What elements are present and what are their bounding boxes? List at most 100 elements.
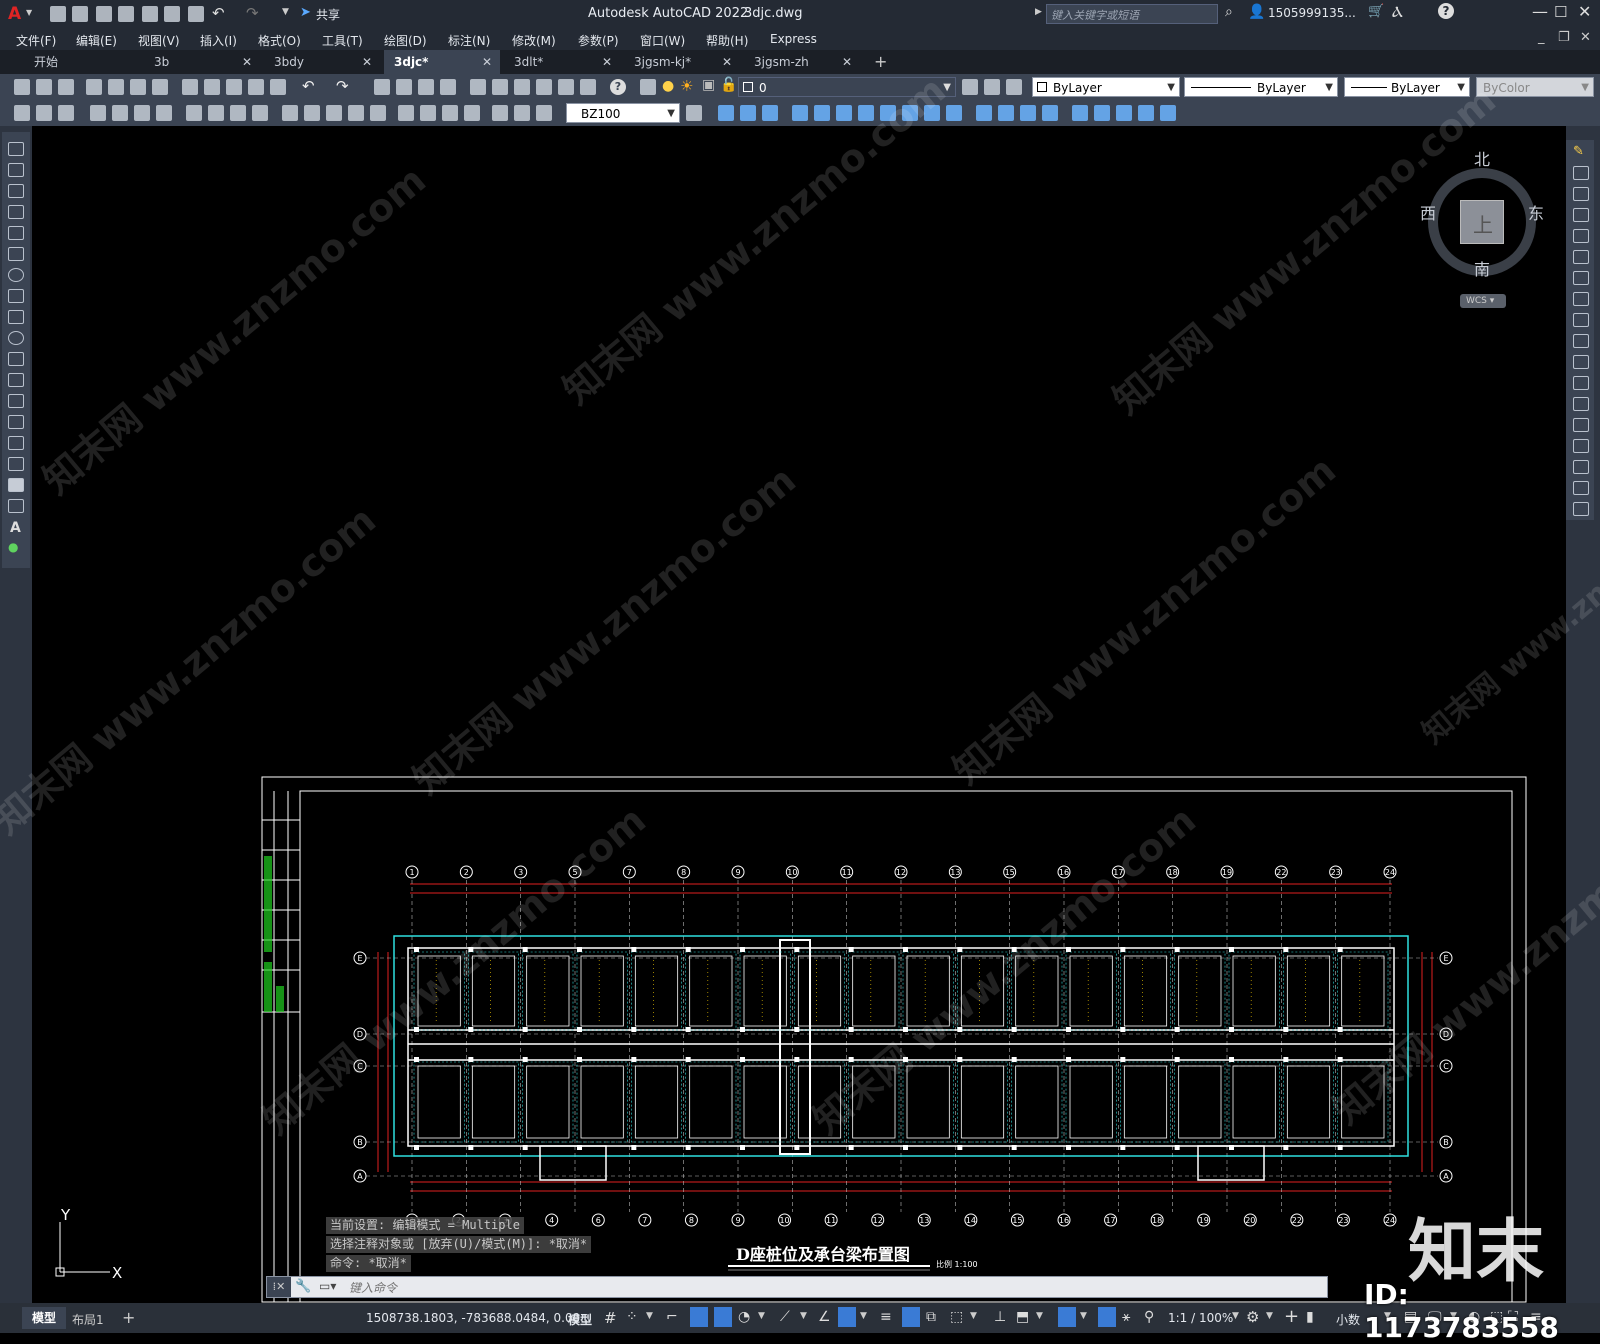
command-input[interactable] xyxy=(347,1278,1311,1297)
pile-cap-cell xyxy=(1178,955,1222,1027)
dynamic-input-icon[interactable] xyxy=(690,1307,708,1327)
customize-wrench-icon[interactable]: 🔧 xyxy=(295,1279,311,1294)
axis-bubble-top-label: 9 xyxy=(735,868,740,877)
pile-marker xyxy=(468,1145,474,1150)
pile-marker xyxy=(1066,1145,1071,1150)
transparency-icon[interactable] xyxy=(902,1307,920,1327)
pile-marker xyxy=(794,1027,800,1032)
recent-commands-icon[interactable]: ▭▾ xyxy=(319,1279,336,1293)
pile-marker xyxy=(1283,1145,1289,1150)
snap-mode-icon[interactable]: ⁘ xyxy=(626,1309,638,1325)
axis-bubble-bottom-label: 7 xyxy=(642,1216,647,1225)
ucs-icon xyxy=(55,1222,110,1277)
pile-marker xyxy=(1283,1027,1289,1032)
ucs-x-label: X xyxy=(112,1264,122,1282)
infer-constraints-icon[interactable]: ⌐ xyxy=(666,1309,678,1325)
beam-outline xyxy=(1228,1061,1280,1143)
beam-outline xyxy=(631,951,682,1031)
title-block xyxy=(262,791,300,1302)
units-icon[interactable]: ▮ xyxy=(1306,1309,1314,1325)
axis-bubble-top-label: 15 xyxy=(1005,868,1015,877)
annotation-visibility-icon[interactable] xyxy=(1098,1307,1116,1327)
add-layout-plus-icon[interactable]: + xyxy=(122,1308,135,1327)
pile-marker xyxy=(631,1145,637,1150)
object-snap-tracking-icon[interactable]: ∠ xyxy=(818,1309,831,1325)
pile-marker xyxy=(1120,1027,1126,1032)
pile-marker xyxy=(1174,947,1180,952)
pile-marker xyxy=(1337,1027,1343,1032)
beam-outline xyxy=(685,951,737,1031)
pile-marker xyxy=(414,1145,419,1150)
beam-outline xyxy=(413,1061,465,1143)
pile-marker xyxy=(848,947,854,952)
layout-tab-model[interactable]: 模型 xyxy=(22,1307,66,1329)
units-value[interactable]: 小数 xyxy=(1336,1311,1360,1328)
pile-cap-cell xyxy=(689,1065,733,1139)
auto-scale-icon[interactable]: ⚹ xyxy=(1122,1309,1130,1325)
beam-outline xyxy=(794,951,845,1031)
pile-cap-cell xyxy=(1069,955,1113,1027)
beam-outline xyxy=(1120,1061,1171,1143)
axis-bubble-top-label: 13 xyxy=(950,868,960,877)
scale-chevron-icon[interactable]: ▼ xyxy=(1232,1311,1239,1321)
pile-marker xyxy=(740,1145,745,1150)
selection-cycling-icon[interactable]: ⧉ xyxy=(926,1309,936,1325)
isometric-drafting-icon[interactable]: ⟋ xyxy=(780,1309,790,1325)
lineweight-display-icon[interactable]: ≡ xyxy=(880,1309,892,1325)
layout-tab-layout1[interactable]: 布局1 xyxy=(72,1311,104,1328)
pile-marker xyxy=(631,1057,637,1062)
pile-cap-cell xyxy=(580,955,624,1027)
pile-cap-cell xyxy=(526,1065,570,1139)
pile-cap-cell xyxy=(1178,1065,1222,1139)
pile-cap-cell xyxy=(797,955,842,1027)
pile-marker xyxy=(848,1145,854,1150)
pile-marker xyxy=(957,1145,963,1150)
pile-cap-cell xyxy=(634,1065,679,1139)
pile-cap-cell xyxy=(1341,955,1385,1027)
beam-outline xyxy=(1283,1061,1334,1143)
gizmo-icon[interactable] xyxy=(1058,1307,1076,1327)
pile-marker xyxy=(522,1145,528,1150)
pile-marker xyxy=(740,1027,745,1032)
pile-marker xyxy=(685,1145,691,1150)
ortho-mode-icon[interactable] xyxy=(714,1307,732,1327)
grid-display-icon[interactable]: # xyxy=(604,1309,617,1327)
3d-osnap-icon[interactable]: ⬚ xyxy=(950,1309,963,1325)
pile-marker xyxy=(1337,1145,1343,1150)
axis-bubble-top-label: 7 xyxy=(627,868,632,877)
workspace-chevron-icon[interactable]: ▼ xyxy=(1266,1311,1273,1321)
pile-marker xyxy=(848,1027,854,1032)
beam-outline xyxy=(739,1061,791,1143)
polar-tracking-icon[interactable]: ◔ xyxy=(738,1309,750,1325)
gizmo-chevron-icon[interactable]: ▼ xyxy=(1080,1311,1087,1321)
3d-osnap-chevron-icon[interactable]: ▼ xyxy=(970,1311,977,1321)
pile-marker xyxy=(1120,947,1126,952)
osnap-chevron-icon[interactable]: ▼ xyxy=(860,1311,867,1321)
filter-chevron-icon[interactable]: ▼ xyxy=(1036,1311,1043,1321)
pile-marker xyxy=(740,947,745,952)
pile-marker xyxy=(1283,1057,1289,1062)
annotation-monitor-plus-icon[interactable]: + xyxy=(1284,1306,1299,1327)
pile-marker xyxy=(685,1057,691,1062)
pile-marker xyxy=(903,947,908,952)
axis-bubble-bottom-label: 19 xyxy=(1199,1216,1209,1225)
command-close-icon[interactable]: ⁞✕ xyxy=(267,1277,291,1297)
polar-chevron-icon[interactable]: ▼ xyxy=(758,1311,765,1321)
pile-cap-cell xyxy=(526,955,570,1027)
pile-marker xyxy=(1066,1027,1071,1032)
dynamic-ucs-icon[interactable]: ⊥ xyxy=(994,1309,1006,1325)
annotation-scale-value[interactable]: 1:1 / 100% xyxy=(1168,1311,1233,1325)
pile-marker xyxy=(577,1057,582,1062)
snap-chevron-icon[interactable]: ▼ xyxy=(646,1311,653,1321)
iso-chevron-icon[interactable]: ▼ xyxy=(800,1311,807,1321)
pile-marker xyxy=(522,947,528,952)
axis-bubble-top-label: 10 xyxy=(787,868,797,877)
drawing-title: D座桩位及承台梁布置图 xyxy=(736,1245,910,1264)
cursor-coordinates[interactable]: 1508738.1803, -783688.0484, 0.00... xyxy=(366,1311,592,1325)
selection-filtering-icon[interactable]: ⬒ xyxy=(1016,1309,1029,1325)
workspace-gear-icon[interactable]: ⚙ xyxy=(1246,1308,1259,1326)
object-snap-icon[interactable] xyxy=(838,1307,856,1327)
model-space-toggle[interactable]: 模型 xyxy=(568,1311,592,1328)
annotation-scale-icon[interactable]: ⚲ xyxy=(1144,1309,1154,1325)
command-history-line: 命令: *取消* xyxy=(326,1255,411,1272)
